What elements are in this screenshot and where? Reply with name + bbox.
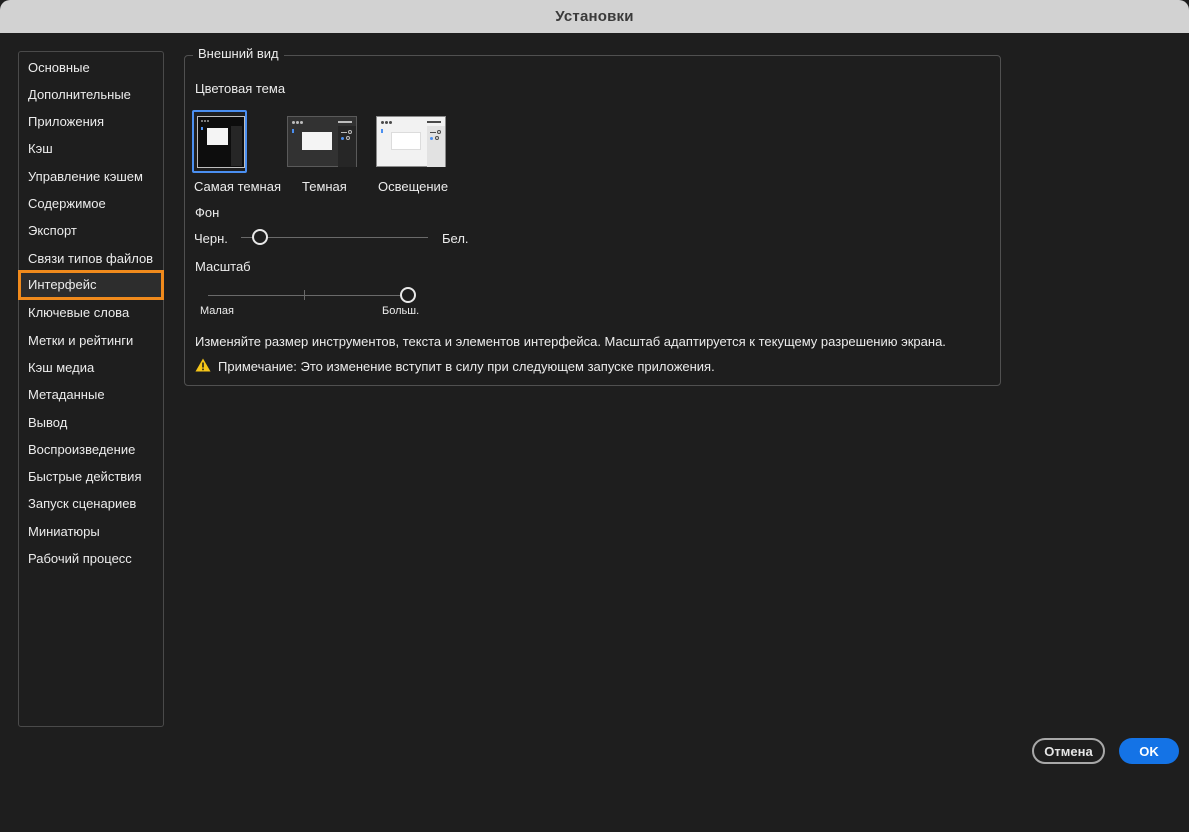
theme-darkest-label: Самая темная (194, 179, 282, 194)
cancel-button[interactable]: Отмена (1032, 738, 1105, 764)
background-slider-knob[interactable] (251, 229, 268, 245)
window-dots-icon (201, 120, 210, 122)
theme-dark[interactable] (287, 116, 357, 167)
sidebar-item-playback[interactable]: Воспроизведение (28, 442, 135, 458)
sidebar-item-metadata[interactable]: Метаданные (28, 387, 105, 403)
sidebar-item-quick-actions[interactable]: Быстрые действия (28, 469, 141, 485)
panel-preview (231, 126, 242, 166)
sidebar-item-startup-scripts[interactable]: Запуск сценариев (28, 496, 136, 512)
theme-light[interactable] (376, 116, 446, 167)
sidebar-item-workflow[interactable]: Рабочий процесс (28, 551, 132, 567)
sidebar-item-cache[interactable]: Кэш (28, 141, 53, 157)
background-label: Фон (195, 205, 220, 220)
window-dots-icon (292, 121, 304, 124)
scale-slider-track[interactable] (208, 295, 408, 296)
color-theme-label: Цветовая тема (195, 81, 286, 96)
canvas-preview (391, 132, 421, 150)
sidebar-item-thumbnails[interactable]: Миниатюры (28, 524, 100, 540)
background-slider-track[interactable] (241, 237, 428, 238)
cursor-icon (381, 129, 383, 133)
appearance-group-title: Внешний вид (193, 46, 284, 61)
sidebar-item-advanced[interactable]: Дополнительные (28, 87, 131, 103)
sidebar-item-labels-ratings[interactable]: Метки и рейтинги (28, 333, 133, 349)
sidebar-item-cache-management[interactable]: Управление кэшем (28, 169, 143, 185)
toolbar-bar (338, 121, 352, 123)
warning-icon (195, 358, 211, 372)
ok-button[interactable]: OK (1119, 738, 1179, 764)
theme-darkest[interactable] (197, 116, 245, 168)
cursor-icon (292, 129, 294, 133)
background-max-label: Бел. (442, 231, 469, 246)
preferences-sidebar: Основные Дополнительные Приложения Кэш У… (18, 51, 164, 727)
sidebar-item-applications[interactable]: Приложения (28, 114, 104, 130)
panel-preview (427, 126, 445, 167)
sidebar-item-general[interactable]: Основные (28, 60, 90, 76)
window-titlebar: Установки (0, 0, 1189, 33)
theme-dark-label: Темная (302, 179, 347, 194)
sidebar-item-content[interactable]: Содержимое (28, 196, 106, 212)
panel-preview (338, 126, 356, 167)
window-dots-icon (381, 121, 393, 124)
scale-slider-knob[interactable] (400, 287, 416, 303)
sidebar-item-keywords[interactable]: Ключевые слова (28, 305, 129, 321)
sidebar-item-media-cache[interactable]: Кэш медиа (28, 360, 94, 376)
scale-max-label: Больш. (382, 305, 420, 317)
sidebar-item-export[interactable]: Экспорт (28, 223, 77, 239)
canvas-preview (207, 128, 228, 145)
background-min-label: Черн. (194, 231, 228, 246)
sidebar-item-output[interactable]: Вывод (28, 415, 67, 431)
theme-light-label: Освещение (378, 179, 449, 194)
window-title: Установки (555, 8, 634, 25)
sidebar-item-file-type-associations[interactable]: Связи типов файлов (28, 251, 153, 267)
scale-min-label: Малая (200, 305, 234, 317)
sidebar-item-interface[interactable]: Интерфейс (18, 270, 164, 300)
canvas-preview (302, 132, 332, 150)
cursor-icon (201, 127, 203, 130)
restart-note: Примечание: Это изменение вступит в силу… (218, 359, 715, 374)
scale-label: Масштаб (195, 259, 251, 274)
scale-slider-tick (304, 290, 305, 300)
toolbar-bar (427, 121, 441, 123)
scale-description: Изменяйте размер инструментов, текста и … (195, 334, 946, 349)
